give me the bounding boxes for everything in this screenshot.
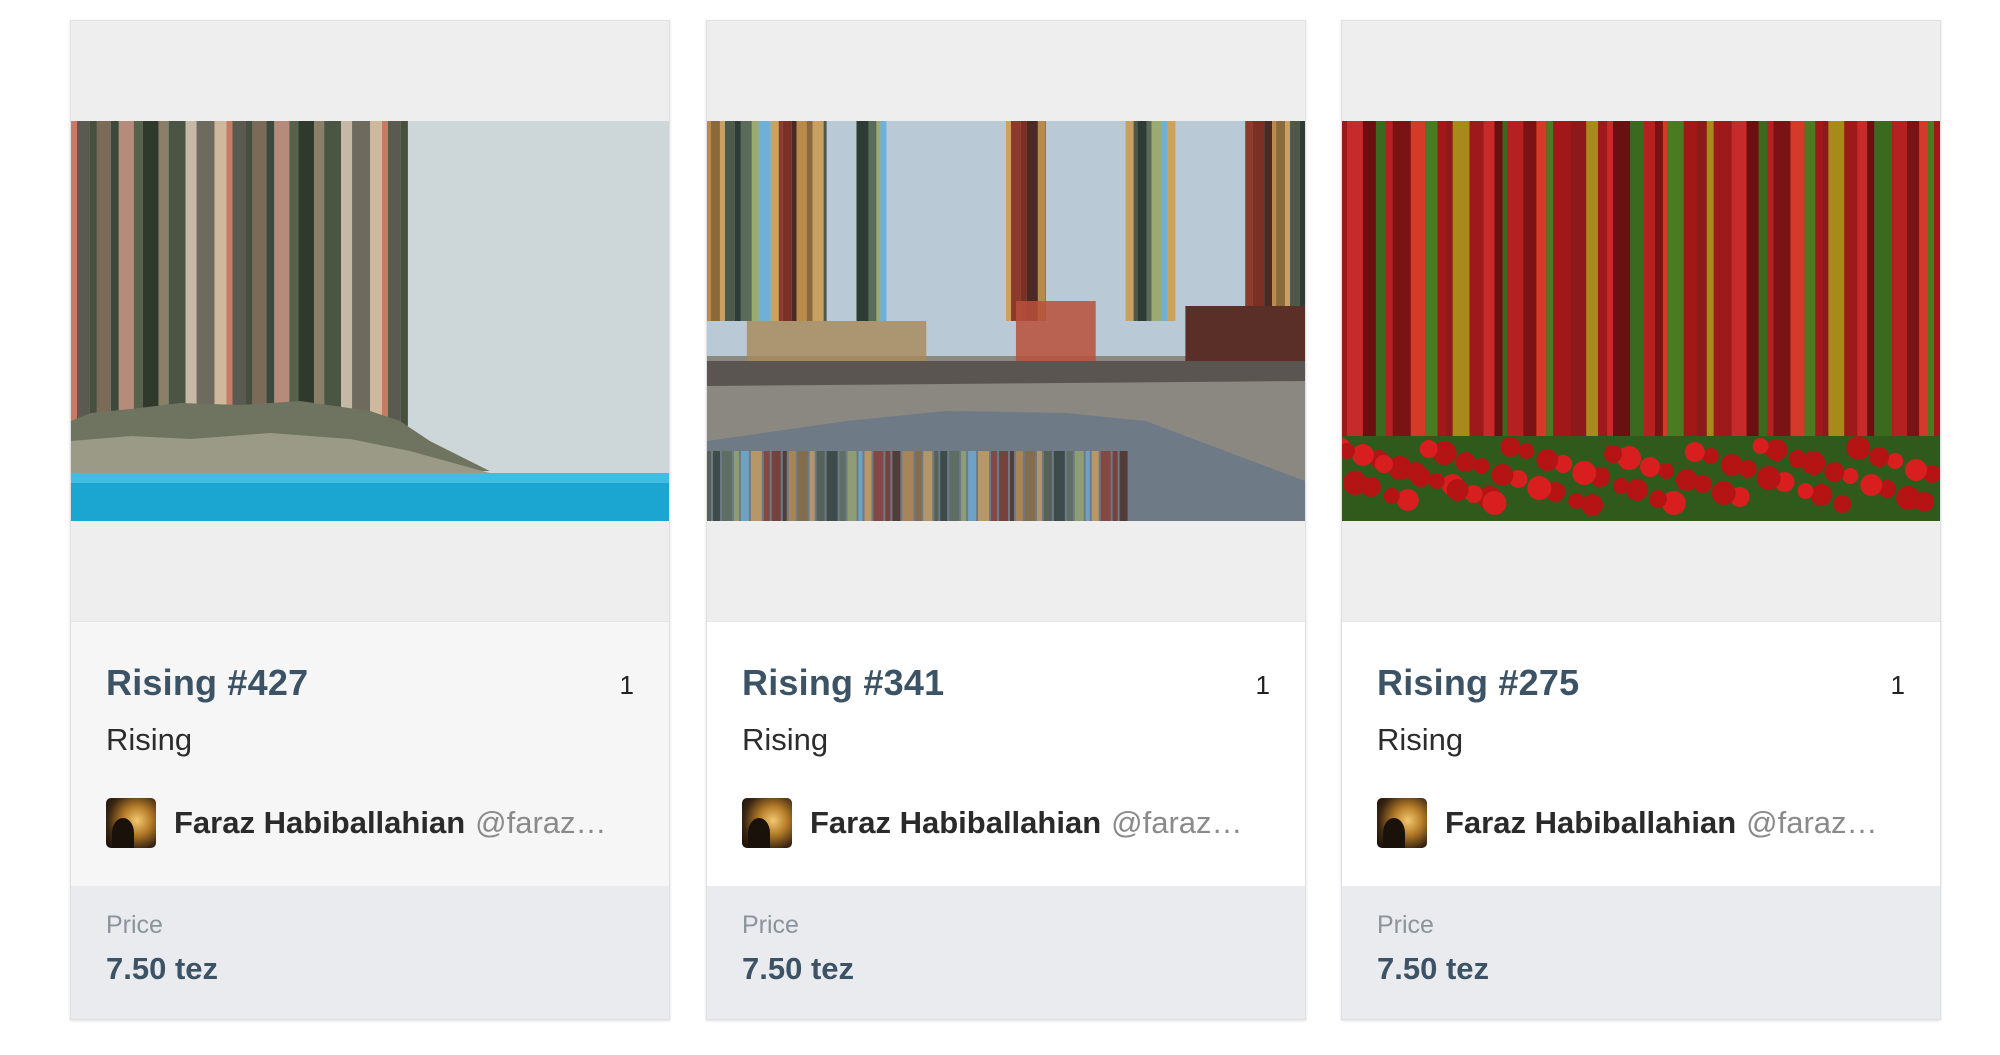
edition-count: 1: [1890, 670, 1905, 700]
creator-name[interactable]: Faraz Habiballahian: [1445, 805, 1736, 841]
card-info: Rising #341 1 Rising Faraz Habiballahian…: [707, 621, 1305, 886]
creator-avatar[interactable]: [106, 798, 156, 848]
price-value: 7.50 tez: [106, 951, 219, 986]
artwork-tulip-field: [1342, 121, 1940, 521]
artwork-square-reflection: [707, 121, 1305, 521]
nft-card-rising-275[interactable]: Rising #275 1 Rising Faraz Habiballahian…: [1341, 20, 1941, 1020]
nft-card-rising-341[interactable]: Rising #341 1 Rising Faraz Habiballahian…: [706, 20, 1306, 1020]
creator-row[interactable]: Faraz Habiballahian @faraz…: [106, 797, 636, 849]
creator-row[interactable]: Faraz Habiballahian @faraz…: [742, 797, 1272, 849]
price-label: Price: [1377, 911, 1434, 939]
price-section: Price 7.50 tez: [1342, 886, 1940, 1019]
edition-count: 1: [619, 670, 634, 700]
card-title[interactable]: Rising #427: [106, 662, 308, 704]
price-label: Price: [742, 911, 799, 939]
price-value: 7.50 tez: [742, 951, 855, 986]
edition-count: 1: [1255, 670, 1270, 700]
card-info: Rising #427 1 Rising Faraz Habiballahian…: [71, 621, 669, 886]
card-media[interactable]: [707, 21, 1305, 621]
creator-handle[interactable]: @faraz…: [1746, 805, 1877, 841]
creator-avatar[interactable]: [742, 798, 792, 848]
creator-handle[interactable]: @faraz…: [1111, 805, 1242, 841]
artwork-image[interactable]: [707, 121, 1305, 521]
creator-name[interactable]: Faraz Habiballahian: [174, 805, 465, 841]
card-media[interactable]: [1342, 21, 1940, 621]
collection-name: Rising: [106, 722, 193, 757]
creator-row[interactable]: Faraz Habiballahian @faraz…: [1377, 797, 1907, 849]
creator-name[interactable]: Faraz Habiballahian: [810, 805, 1101, 841]
card-title[interactable]: Rising #341: [742, 662, 944, 704]
price-value: 7.50 tez: [1377, 951, 1490, 986]
price-label: Price: [106, 911, 163, 939]
card-info: Rising #275 1 Rising Faraz Habiballahian…: [1342, 621, 1940, 886]
price-section: Price 7.50 tez: [707, 886, 1305, 1019]
card-media[interactable]: [71, 21, 669, 621]
artwork-coastal-cliff: [71, 121, 669, 521]
creator-handle[interactable]: @faraz…: [475, 805, 606, 841]
artwork-image[interactable]: [71, 121, 669, 521]
creator-avatar[interactable]: [1377, 798, 1427, 848]
nft-card-rising-427[interactable]: Rising #427 1 Rising Faraz Habiballahian…: [70, 20, 670, 1020]
price-section: Price 7.50 tez: [71, 886, 669, 1019]
collection-name: Rising: [742, 722, 829, 757]
card-title[interactable]: Rising #275: [1377, 662, 1579, 704]
artwork-image[interactable]: [1342, 121, 1940, 521]
collection-name: Rising: [1377, 722, 1464, 757]
